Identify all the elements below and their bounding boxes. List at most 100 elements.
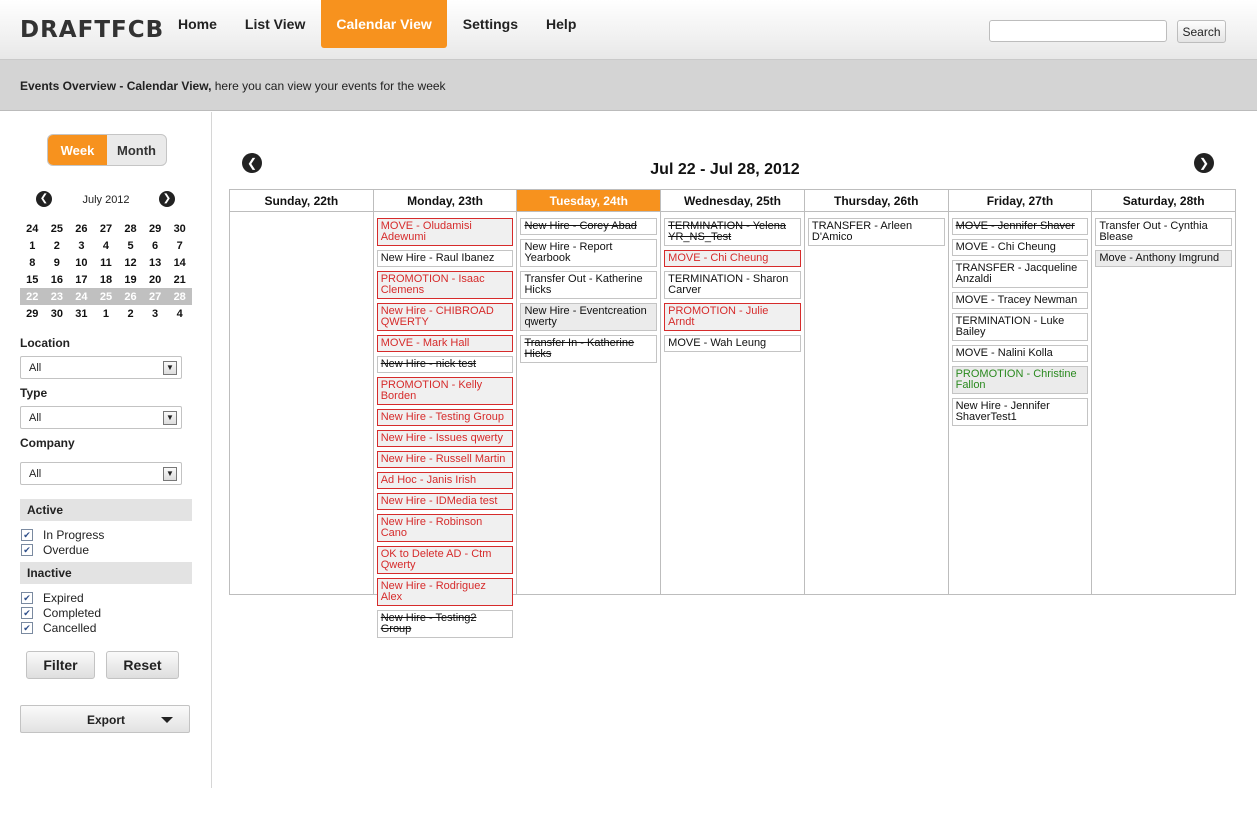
event-item[interactable]: New Hire - Robinson Cano bbox=[376, 514, 514, 542]
type-select[interactable]: All ▼ bbox=[20, 406, 182, 429]
mini-calendar-day[interactable]: 8 bbox=[20, 254, 45, 271]
mini-calendar-day[interactable]: 28 bbox=[167, 288, 192, 305]
arrow-left-icon[interactable]: ❮ bbox=[242, 153, 262, 173]
event-item[interactable]: Transfer In - Katherine Hicks bbox=[520, 335, 658, 363]
event-item[interactable]: MOVE - Mark Hall bbox=[376, 335, 514, 352]
mini-calendar-day[interactable]: 20 bbox=[143, 271, 168, 288]
mini-calendar-day[interactable]: 14 bbox=[167, 254, 192, 271]
mini-calendar-day[interactable]: 6 bbox=[143, 237, 168, 254]
event-item[interactable]: MOVE - Oludamisi Adewumi bbox=[376, 218, 514, 246]
nav-calendar-view[interactable]: Calendar View bbox=[321, 0, 447, 48]
event-item[interactable]: New Hire - nick test bbox=[376, 356, 514, 373]
event-item[interactable]: New Hire - CHIBROAD QWERTY bbox=[376, 303, 514, 331]
mini-calendar-day[interactable]: 24 bbox=[69, 288, 94, 305]
event-item[interactable]: New Hire - Jennifer ShaverTest1 bbox=[951, 398, 1089, 426]
event-item[interactable]: PROMOTION - Kelly Borden bbox=[376, 377, 514, 405]
checkbox-checked-icon[interactable]: ✔ bbox=[21, 607, 33, 619]
event-item[interactable]: Transfer Out - Katherine Hicks bbox=[520, 271, 658, 299]
mini-calendar-day[interactable]: 2 bbox=[45, 237, 70, 254]
month-toggle-button[interactable]: Month bbox=[107, 135, 166, 165]
event-item[interactable]: Move - Anthony Imgrund bbox=[1095, 250, 1233, 267]
event-item[interactable]: MOVE - Tracey Newman bbox=[951, 292, 1089, 309]
nav-help[interactable]: Help bbox=[534, 0, 588, 48]
event-item[interactable]: New Hire - Testing2 Group bbox=[376, 610, 514, 638]
reset-button[interactable]: Reset bbox=[106, 651, 179, 679]
checkbox-in-progress[interactable]: ✔ In Progress bbox=[21, 528, 104, 542]
checkbox-completed[interactable]: ✔ Completed bbox=[21, 606, 101, 620]
mini-calendar-day[interactable]: 23 bbox=[44, 288, 70, 305]
checkbox-checked-icon[interactable]: ✔ bbox=[21, 544, 33, 556]
checkbox-expired[interactable]: ✔ Expired bbox=[21, 591, 84, 605]
event-item[interactable]: OK to Delete AD - Ctm Qwerty bbox=[376, 546, 514, 574]
event-item[interactable]: Transfer Out - Cynthia Blease bbox=[1095, 218, 1233, 246]
mini-calendar-day[interactable]: 27 bbox=[94, 220, 119, 237]
mini-calendar-day[interactable]: 4 bbox=[167, 305, 192, 322]
mini-calendar-day[interactable]: 21 bbox=[167, 271, 192, 288]
event-item[interactable]: TRANSFER - Jacqueline Anzaldi bbox=[951, 260, 1089, 288]
event-item[interactable]: New Hire - Raul Ibanez bbox=[376, 250, 514, 267]
event-item[interactable]: TERMINATION - Sharon Carver bbox=[664, 271, 801, 299]
mini-calendar-day[interactable]: 10 bbox=[69, 254, 94, 271]
mini-calendar-day[interactable]: 26 bbox=[118, 288, 143, 305]
checkbox-checked-icon[interactable]: ✔ bbox=[21, 592, 33, 604]
event-item[interactable]: TRANSFER - Arleen D'Amico bbox=[807, 218, 945, 246]
mini-calendar-day[interactable]: 29 bbox=[20, 305, 45, 322]
event-item[interactable]: MOVE - Jennifer Shaver bbox=[951, 218, 1089, 235]
mini-calendar-day[interactable]: 11 bbox=[94, 254, 119, 271]
mini-calendar-day[interactable]: 22 bbox=[20, 288, 45, 305]
event-item[interactable]: New Hire - IDMedia test bbox=[376, 493, 514, 510]
mini-calendar-day[interactable]: 29 bbox=[143, 220, 168, 237]
mini-calendar-day[interactable]: 31 bbox=[69, 305, 94, 322]
event-item[interactable]: Ad Hoc - Janis Irish bbox=[376, 472, 514, 489]
checkbox-checked-icon[interactable]: ✔ bbox=[21, 529, 33, 541]
event-item[interactable]: PROMOTION - Christine Fallon bbox=[951, 366, 1089, 394]
event-item[interactable]: TERMINATION - Luke Bailey bbox=[951, 313, 1089, 341]
event-item[interactable]: New Hire - Eventcreation qwerty bbox=[520, 303, 658, 331]
arrow-right-icon[interactable]: ❯ bbox=[1194, 153, 1214, 173]
checkbox-cancelled[interactable]: ✔ Cancelled bbox=[21, 621, 96, 635]
event-item[interactable]: New Hire - Corey Abad bbox=[520, 218, 658, 235]
mini-calendar-day[interactable]: 25 bbox=[93, 288, 119, 305]
mini-calendar-day[interactable]: 30 bbox=[45, 305, 70, 322]
event-item[interactable]: New Hire - Rodriguez Alex bbox=[376, 578, 514, 606]
mini-calendar-day[interactable]: 1 bbox=[20, 237, 45, 254]
event-item[interactable]: MOVE - Nalini Kolla bbox=[951, 345, 1089, 362]
mini-calendar-day[interactable]: 7 bbox=[167, 237, 192, 254]
mini-calendar-day[interactable]: 3 bbox=[69, 237, 94, 254]
event-item[interactable]: MOVE - Wah Leung bbox=[664, 335, 801, 352]
event-item[interactable]: New Hire - Testing Group bbox=[376, 409, 514, 426]
mini-calendar-day[interactable]: 1 bbox=[94, 305, 119, 322]
mini-calendar-day[interactable]: 27 bbox=[142, 288, 168, 305]
filter-button[interactable]: Filter bbox=[26, 651, 95, 679]
mini-calendar-day[interactable]: 12 bbox=[118, 254, 143, 271]
mini-calendar-day[interactable]: 2 bbox=[118, 305, 143, 322]
checkbox-overdue[interactable]: ✔ Overdue bbox=[21, 543, 89, 557]
event-item[interactable]: PROMOTION - Julie Arndt bbox=[664, 303, 801, 331]
search-button[interactable]: Search bbox=[1177, 20, 1226, 43]
mini-calendar-day[interactable]: 26 bbox=[69, 220, 94, 237]
mini-calendar-day[interactable]: 3 bbox=[143, 305, 168, 322]
mini-calendar-day[interactable]: 16 bbox=[45, 271, 70, 288]
event-item[interactable]: MOVE - Chi Cheung bbox=[951, 239, 1089, 256]
chevron-right-icon[interactable]: ❯ bbox=[159, 191, 175, 207]
company-select[interactable]: All ▼ bbox=[20, 462, 182, 485]
mini-calendar-day[interactable]: 17 bbox=[69, 271, 94, 288]
mini-calendar-day[interactable]: 13 bbox=[143, 254, 168, 271]
mini-calendar-day[interactable]: 4 bbox=[94, 237, 119, 254]
event-item[interactable]: New Hire - Issues qwerty bbox=[376, 430, 514, 447]
week-toggle-button[interactable]: Week bbox=[48, 135, 107, 165]
logo[interactable]: DRAFTFCB bbox=[20, 17, 164, 43]
location-select[interactable]: All ▼ bbox=[20, 356, 182, 379]
nav-settings[interactable]: Settings bbox=[451, 0, 530, 48]
event-item[interactable]: MOVE - Chi Cheung bbox=[664, 250, 801, 267]
mini-calendar-day[interactable]: 24 bbox=[20, 220, 45, 237]
nav-home[interactable]: Home bbox=[166, 0, 229, 48]
mini-calendar-day[interactable]: 5 bbox=[118, 237, 143, 254]
event-item[interactable]: PROMOTION - Isaac Clemens bbox=[376, 271, 514, 299]
mini-calendar-day[interactable]: 9 bbox=[45, 254, 70, 271]
mini-calendar-day[interactable]: 18 bbox=[94, 271, 119, 288]
export-button[interactable]: Export bbox=[20, 705, 190, 733]
mini-calendar-day[interactable]: 19 bbox=[118, 271, 143, 288]
mini-calendar-day[interactable]: 15 bbox=[20, 271, 45, 288]
mini-calendar-day[interactable]: 25 bbox=[45, 220, 70, 237]
